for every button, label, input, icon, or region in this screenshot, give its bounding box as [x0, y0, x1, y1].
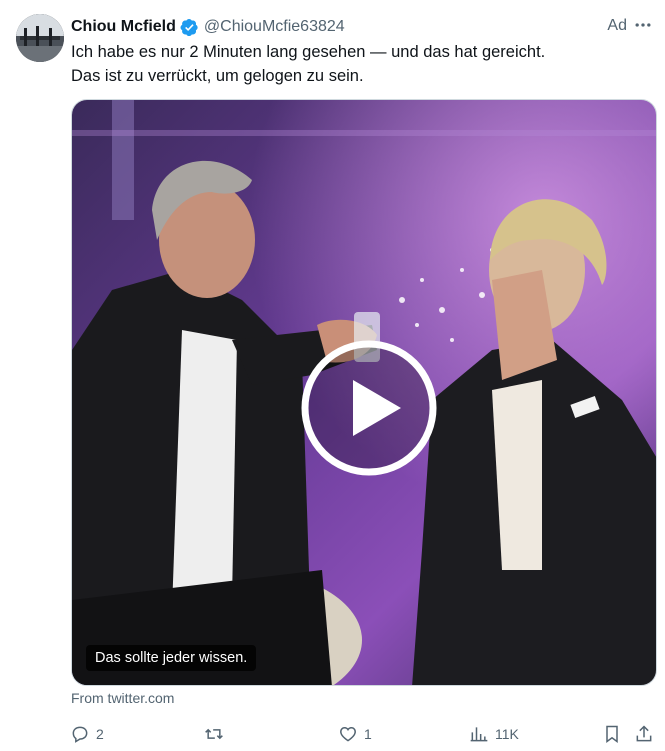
card-source[interactable]: From twitter.com: [71, 690, 174, 706]
reply-count: 2: [96, 726, 104, 742]
action-bar: 2 1 11K: [64, 718, 664, 750]
reply-button[interactable]: 2: [70, 718, 104, 750]
like-button[interactable]: 1: [338, 718, 372, 750]
media-caption: Das sollte jeder wissen.: [86, 645, 257, 671]
retweet-icon: [205, 728, 223, 740]
tweet[interactable]: Chiou Mcfield @ChiouMcfie63824 Ad Ich ha…: [0, 0, 665, 751]
share-icon: [636, 725, 652, 742]
more-options-icon[interactable]: [631, 13, 655, 37]
like-icon: [340, 726, 356, 742]
views-icon: [470, 727, 488, 742]
bookmark-button[interactable]: [602, 718, 622, 750]
verified-badge-icon: [180, 18, 199, 37]
tweet-text: Ich habe es nur 2 Minuten lang gesehen —…: [71, 40, 645, 88]
video-player[interactable]: Das sollte jeder wissen.: [71, 99, 657, 686]
share-button[interactable]: [634, 718, 654, 750]
author-name[interactable]: Chiou Mcfield: [71, 18, 176, 36]
bookmark-icon: [606, 725, 618, 743]
reply-icon: [72, 726, 88, 743]
retweet-button[interactable]: [204, 718, 230, 750]
tweet-header: Chiou Mcfield @ChiouMcfie63824: [71, 15, 649, 39]
tweet-text-line: Das ist zu verrückt, um gelogen zu sein.: [71, 67, 364, 85]
tweet-text-line: Ich habe es nur 2 Minuten lang gesehen —…: [71, 43, 546, 61]
views-count: 11K: [495, 726, 519, 742]
play-icon[interactable]: [299, 338, 439, 478]
avatar[interactable]: [16, 14, 64, 62]
views-button[interactable]: 11K: [469, 718, 519, 750]
like-count: 1: [364, 726, 372, 742]
ad-label: Ad: [607, 17, 627, 34]
author-handle[interactable]: @ChiouMcfie63824: [204, 18, 345, 36]
